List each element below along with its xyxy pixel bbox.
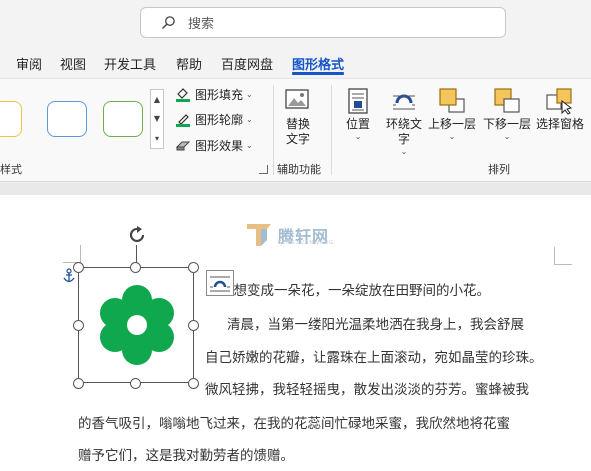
paint-bucket-icon xyxy=(176,88,190,102)
wrap-text-icon xyxy=(393,94,415,110)
resize-handle-top-left[interactable] xyxy=(73,262,84,273)
margin-corner-mark xyxy=(63,245,81,263)
position-button[interactable]: 位置 ⌄ xyxy=(343,87,373,142)
watermark-logo: 腾轩网 TENGXUANWANG xyxy=(244,220,333,250)
chevron-down-icon: ⌄ xyxy=(246,89,253,99)
accessibility-group-label: 辅助功能 xyxy=(277,163,321,176)
chevron-down-icon: ⌄ xyxy=(400,147,408,156)
layout-options-button[interactable] xyxy=(206,270,234,296)
tab-developer[interactable]: 开发工具 xyxy=(104,54,156,73)
resize-handle-right[interactable] xyxy=(188,320,199,331)
search-box[interactable]: 搜索 xyxy=(140,7,506,38)
tab-shape-format[interactable]: 图形格式 xyxy=(292,54,344,73)
resize-handle-bottom-left[interactable] xyxy=(73,378,84,389)
pen-icon xyxy=(176,114,190,127)
ribbon-panel: ▲ ▼ ▾ 样式 图形填充 ⌄ 图形轮廓 ⌄ 图形效果 ⌄ 替换文字 辅助功能 … xyxy=(0,78,591,182)
search-icon xyxy=(162,16,175,29)
resize-handle-top-right[interactable] xyxy=(188,262,199,273)
resize-handle-left[interactable] xyxy=(73,320,84,331)
send-backward-button[interactable]: 下移一层 ⌄ xyxy=(483,87,531,142)
text-line: 我想变成一朵花，一朵绽放在田野间的小花。 xyxy=(220,283,490,299)
shape-effects-icon xyxy=(175,141,191,151)
resize-handle-bottom[interactable] xyxy=(130,378,141,389)
alt-text-button[interactable]: 替换文字 xyxy=(283,87,313,147)
scroll-down-icon[interactable]: ▼ xyxy=(154,114,160,123)
text-line: 赠予它们，这是我对勤劳者的馈赠。 xyxy=(78,448,294,464)
tab-baidu-netdisk[interactable]: 百度网盘 xyxy=(221,54,273,73)
flower-shape[interactable] xyxy=(98,285,176,365)
tab-view[interactable]: 视图 xyxy=(60,54,86,73)
bring-forward-icon xyxy=(439,88,465,113)
shape-styles-group-label: 样式 xyxy=(0,163,22,176)
shape-style-yellow[interactable] xyxy=(0,101,22,137)
chevron-down-icon: ⌄ xyxy=(354,132,362,141)
styles-scroller[interactable]: ▲ ▼ ▾ xyxy=(150,89,164,149)
shape-outline-button[interactable]: 图形轮廓 ⌄ xyxy=(175,110,253,128)
position-icon xyxy=(348,88,368,114)
alt-text-icon xyxy=(285,89,309,109)
logo-icon xyxy=(247,224,271,246)
text-line: 的香气吸引，嗡嗡地飞过来，在我的花蕊间忙碌地采蜜，我欣然地将花蜜 xyxy=(78,416,510,432)
search-placeholder: 搜索 xyxy=(188,17,215,32)
layout-options-icon xyxy=(210,276,230,292)
tab-help[interactable]: 帮助 xyxy=(176,54,202,73)
shape-effects-button[interactable]: 图形效果 ⌄ xyxy=(175,136,253,154)
chevron-down-icon: ⌄ xyxy=(246,114,253,124)
shape-fill-button[interactable]: 图形填充 ⌄ xyxy=(175,85,253,103)
text-line: 微风轻拂，我轻轻摇曳，散发出淡淡的芬芳。蜜蜂被我 xyxy=(205,382,529,398)
rotate-handle-icon[interactable] xyxy=(125,223,149,247)
group-divider xyxy=(331,85,332,175)
text-line: 自己娇嫩的花瓣，让露珠在上面滚动，宛如晶莹的珍珠。 xyxy=(205,350,543,366)
selection-pane-icon xyxy=(546,88,573,115)
wrap-text-button[interactable]: 环绕文字 ⌄ xyxy=(384,87,424,157)
arrange-group-label: 排列 xyxy=(488,163,510,176)
scroll-up-icon[interactable]: ▲ xyxy=(154,95,160,104)
shape-style-green[interactable] xyxy=(103,101,143,137)
title-bar: 搜索 xyxy=(0,0,591,46)
chevron-down-icon: ⌄ xyxy=(448,132,456,141)
chevron-down-icon: ⌄ xyxy=(503,132,511,141)
send-backward-icon xyxy=(494,88,520,113)
resize-handle-top[interactable] xyxy=(130,262,141,273)
group-divider xyxy=(273,85,274,175)
margin-corner-mark xyxy=(554,247,572,265)
shape-style-blue[interactable] xyxy=(47,101,87,137)
tab-review[interactable]: 审阅 xyxy=(16,54,42,73)
resize-handle-bottom-right[interactable] xyxy=(188,378,199,389)
active-tab-indicator xyxy=(292,72,344,75)
bring-forward-button[interactable]: 上移一层 ⌄ xyxy=(428,87,476,142)
chevron-down-icon: ⌄ xyxy=(246,140,253,150)
selection-pane-button[interactable]: 选择窗格 xyxy=(536,87,584,132)
dialog-launcher-icon[interactable] xyxy=(259,165,268,174)
text-line: 清晨，当第一缕阳光温柔地洒在我身上，我会舒展 xyxy=(227,317,524,333)
more-styles-icon[interactable]: ▾ xyxy=(155,134,159,143)
